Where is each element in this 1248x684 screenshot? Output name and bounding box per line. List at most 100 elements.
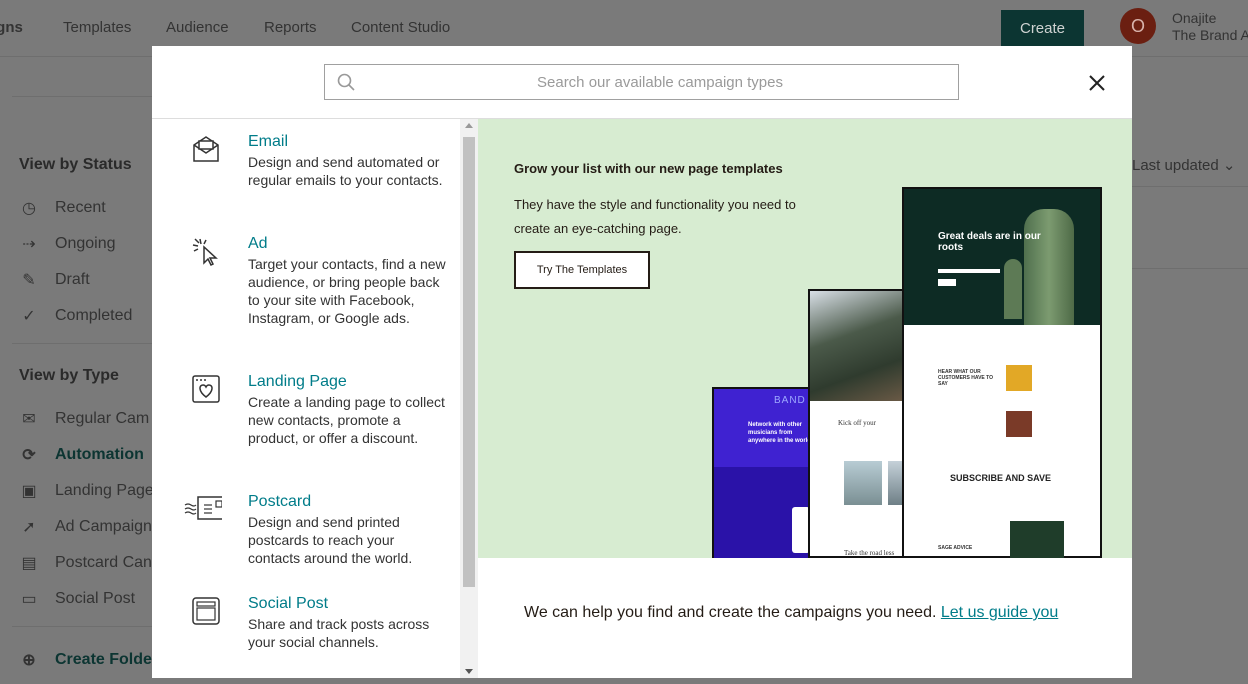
sidebar-item-label: Postcard Can <box>55 554 152 571</box>
create-button[interactable]: Create <box>1001 10 1084 46</box>
divider <box>12 96 152 97</box>
campaign-type-list: Email Design and send automated or regul… <box>152 119 478 678</box>
nav-content-studio[interactable]: Content Studio <box>351 19 450 36</box>
cursor-icon: ➚ <box>22 519 36 536</box>
refresh-icon: ⟳ <box>22 447 36 464</box>
template-cactus-image <box>1004 259 1022 319</box>
template-mountain-photo <box>810 291 906 401</box>
sidebar-item-label: Social Post <box>55 590 136 607</box>
status-heading: View by Status <box>19 156 132 173</box>
campaign-type-title: Ad <box>248 235 268 252</box>
nav-campaigns[interactable]: igns <box>0 19 23 36</box>
window-icon: ▭ <box>21 591 37 608</box>
campaign-type-ad[interactable]: Ad Target your contacts, find a new audi… <box>152 235 462 361</box>
close-icon[interactable] <box>1086 72 1108 94</box>
guide-link[interactable]: Let us guide you <box>941 604 1058 621</box>
list-scrollbar[interactable] <box>460 119 478 678</box>
template-plant-photo <box>1010 521 1064 558</box>
divider <box>12 343 152 344</box>
user-org: The Brand A <box>1172 27 1248 43</box>
campaign-type-desc: Create a landing page to collect new con… <box>248 394 445 446</box>
sidebar-item-draft[interactable]: ✎ Draft <box>19 270 90 290</box>
campaign-type-desc: Design and send automated or regular ema… <box>248 154 443 188</box>
campaign-type-title: Social Post <box>248 595 329 612</box>
sidebar-item-label: Automation <box>55 446 144 463</box>
sidebar-item-automation[interactable]: ⟳ Automation <box>19 445 144 465</box>
sidebar-item-ongoing[interactable]: ⇢ Ongoing <box>19 234 116 254</box>
sidebar-item-regular[interactable]: ✉ Regular Cam <box>19 409 149 429</box>
try-templates-button[interactable]: Try The Templates <box>514 251 650 289</box>
template-band-title: BAND <box>774 395 806 406</box>
sidebar-item-label: Ad Campaign <box>55 518 152 535</box>
sidebar-item-label: Ongoing <box>55 235 116 252</box>
campaign-type-social-post[interactable]: Social Post Share and track posts across… <box>152 595 462 667</box>
user-name: Onajite <box>1172 10 1217 26</box>
search-icon <box>337 73 355 91</box>
sidebar-item-postcard[interactable]: ▤ Postcard Can <box>19 553 152 573</box>
clock-icon: ◷ <box>22 200 36 217</box>
check-icon: ✓ <box>22 308 36 325</box>
campaign-type-landing-page[interactable]: Landing Page Create a landing page to co… <box>152 373 462 481</box>
nav-audience[interactable]: Audience <box>166 19 229 36</box>
campaign-type-title: Postcard <box>248 493 312 510</box>
campaign-type-title: Landing Page <box>248 373 347 390</box>
plus-circle-icon: ⊕ <box>22 652 36 669</box>
envelope-icon: ✉ <box>22 411 36 428</box>
sort-dropdown[interactable]: Last updated ⌄ <box>1132 156 1236 174</box>
template-preview-travel: Kick off your Take the road less <box>808 289 908 558</box>
template-subscribe-heading: SUBSCRIBE AND SAVE <box>950 473 1052 483</box>
template-band-text: Network with other musicians from anywhe… <box>748 422 812 444</box>
heart-window-icon: ▣ <box>21 483 37 500</box>
template-face-photo <box>1006 411 1032 437</box>
divider <box>12 626 152 627</box>
help-text-label: We can help you find and create the camp… <box>524 604 937 621</box>
template-cactus-image <box>1024 209 1074 325</box>
template-kick-text: Kick off your <box>838 419 876 427</box>
sidebar-item-label: Landing Page <box>55 482 154 499</box>
template-sage-heading: SAGE ADVICE <box>938 545 973 551</box>
nav-templates[interactable]: Templates <box>63 19 131 36</box>
template-thumb <box>844 461 882 505</box>
campaign-type-modal: Email Design and send automated or regul… <box>152 46 1132 678</box>
template-road-text: Take the road less <box>844 549 895 557</box>
sidebar-item-landing-page[interactable]: ▣ Landing Page <box>19 481 154 501</box>
pencil-icon: ✎ <box>22 272 36 289</box>
postcard-icon <box>184 496 222 520</box>
campaign-type-email[interactable]: Email Design and send automated or regul… <box>152 133 462 223</box>
template-face-photo <box>1006 365 1032 391</box>
campaign-type-postcard[interactable]: Postcard Design and send printed postcar… <box>152 493 462 583</box>
help-text: We can help you find and create the camp… <box>524 604 1058 622</box>
template-preview-band: BAND Network with other musicians from a… <box>712 387 814 558</box>
scroll-thumb[interactable] <box>463 137 475 587</box>
campaign-type-desc: Share and track posts across your social… <box>248 616 430 650</box>
search-input[interactable] <box>365 65 955 99</box>
avatar[interactable]: O <box>1120 8 1156 44</box>
promo-description: They have the style and functionality yo… <box>514 197 796 236</box>
sidebar-item-label: Regular Cam <box>55 410 150 427</box>
scroll-up-arrow[interactable] <box>465 123 473 128</box>
cursor-click-icon <box>192 238 218 267</box>
sort-label: Last updated <box>1132 157 1219 174</box>
sidebar-item-recent[interactable]: ◷ Recent <box>19 198 106 218</box>
arrow-right-icon: ⇢ <box>22 236 36 253</box>
sidebar-item-ad-campaign[interactable]: ➚ Ad Campaign <box>19 517 152 537</box>
templates-promo: Grow your list with our new page templat… <box>478 119 1132 558</box>
social-window-icon <box>192 597 220 625</box>
campaign-type-title: Email <box>248 133 289 150</box>
nav-reports[interactable]: Reports <box>264 19 317 36</box>
browser-heart-icon <box>192 375 220 403</box>
campaign-type-desc: Target your contacts, find a new audienc… <box>248 256 446 326</box>
template-hero-title: Great deals are in our roots <box>938 231 1041 253</box>
template-hero-input <box>938 269 1000 273</box>
promo-title: Grow your list with our new page templat… <box>514 161 783 176</box>
modal-header <box>152 46 1132 119</box>
campaign-type-desc: Design and send printed postcards to rea… <box>248 514 413 566</box>
sidebar-item-label: Recent <box>55 199 106 216</box>
search-box[interactable] <box>324 64 959 100</box>
sidebar-item-social-post[interactable]: ▭ Social Post <box>19 589 135 609</box>
create-folder-button[interactable]: ⊕ Create Folde <box>19 650 152 670</box>
sidebar-item-completed[interactable]: ✓ Completed <box>19 306 132 326</box>
sidebar-item-label: Draft <box>55 271 90 288</box>
scroll-down-arrow[interactable] <box>465 669 473 674</box>
template-hero-button <box>938 279 956 286</box>
